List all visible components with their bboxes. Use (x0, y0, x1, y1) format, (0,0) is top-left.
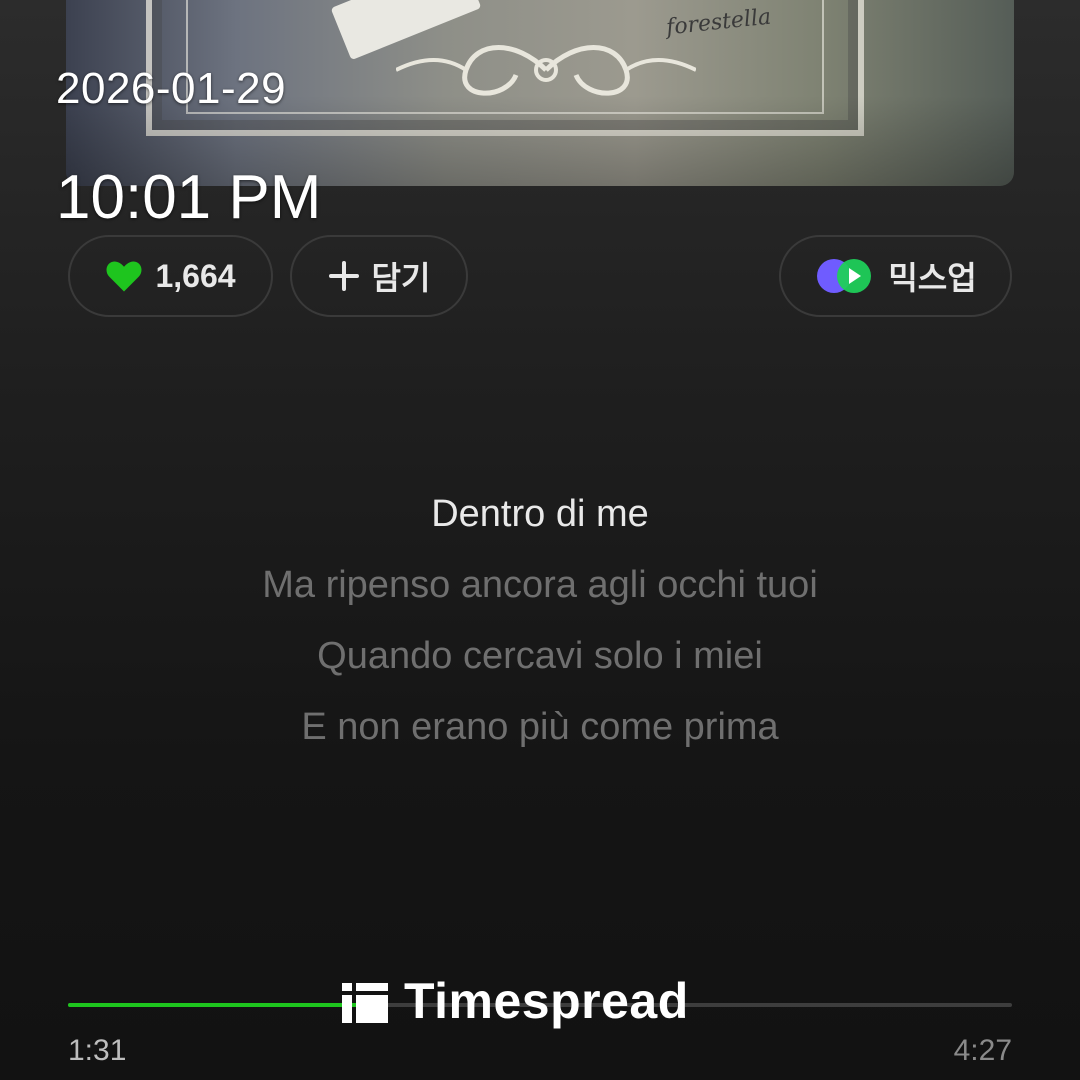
progress-fill (68, 1003, 361, 1007)
mixup-icon (817, 259, 872, 293)
time-total: 4:27 (953, 1034, 1012, 1067)
timespread-logo-icon (342, 983, 388, 1023)
overlay-time: 10:01 PM (56, 163, 322, 232)
watermark: Timespread (342, 972, 689, 1030)
lyrics-panel[interactable]: Dentro di me Ma ripenso ancora agli occh… (0, 490, 1080, 774)
lyric-line: Quando cercavi solo i miei (317, 635, 763, 677)
overlay-date: 2026-01-29 (56, 64, 287, 113)
mixup-button[interactable]: 믹스업 (779, 235, 1012, 317)
plus-icon (328, 261, 359, 291)
watermark-text: Timespread (404, 973, 689, 1029)
heart-icon (106, 261, 142, 292)
time-elapsed: 1:31 (68, 1034, 127, 1067)
mixup-label: 믹스업 (888, 260, 977, 296)
like-count: 1,664 (155, 257, 236, 294)
lyric-line: Ma ripenso ancora agli occhi tuoi (262, 564, 818, 606)
lyric-line: E non erano più come prima (301, 706, 779, 748)
add-label: 담기 (371, 260, 431, 296)
add-to-playlist-button[interactable]: 담기 (290, 235, 468, 317)
like-button[interactable]: 1,664 (68, 235, 273, 317)
lyric-current: Dentro di me (431, 493, 649, 535)
